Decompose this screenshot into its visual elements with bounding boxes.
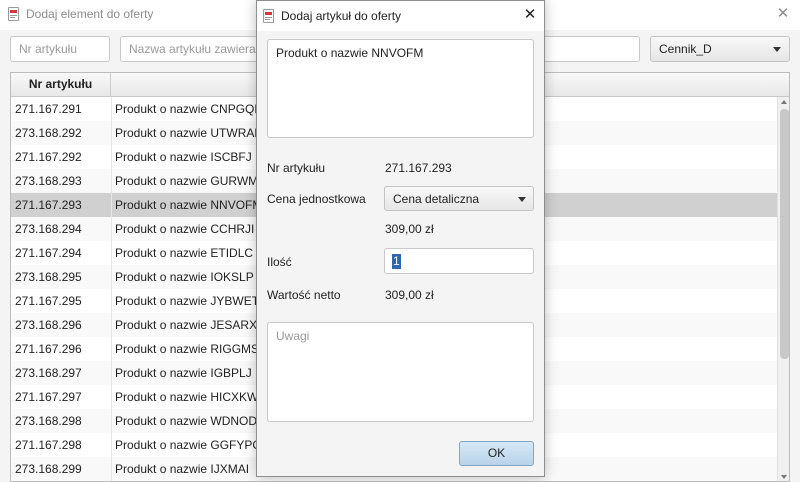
article-name-cell: Produkt o nazwie GGFYPG bbox=[115, 438, 262, 452]
column-separator bbox=[111, 97, 112, 121]
article-name-cell: Produkt o nazwie GURWMI bbox=[115, 174, 262, 188]
article-name-cell: Produkt o nazwie IGBPLJ bbox=[115, 366, 252, 380]
ok-button[interactable]: OK bbox=[459, 441, 534, 466]
article-number-filter-input[interactable]: Nr artykułu bbox=[10, 36, 110, 62]
article-number-cell: 271.167.295 bbox=[15, 294, 82, 308]
article-name-cell: Produkt o nazwie JYBWET bbox=[115, 294, 260, 308]
article-number-cell: 273.168.294 bbox=[15, 222, 82, 236]
article-name-cell: Produkt o nazwie UTWRAN bbox=[115, 126, 264, 140]
unit-price-value: 309,00 zł bbox=[385, 222, 434, 236]
article-number-cell: 273.168.292 bbox=[15, 126, 82, 140]
dialog-title: Dodaj artykuł do oferty bbox=[281, 9, 402, 23]
quantity-label: Ilość bbox=[267, 255, 292, 269]
quantity-value: 1 bbox=[392, 254, 401, 269]
column-separator bbox=[111, 457, 112, 481]
net-value-label: Wartość netto bbox=[267, 288, 341, 302]
column-separator bbox=[111, 385, 112, 409]
column-separator bbox=[111, 241, 112, 265]
article-number-cell: 271.167.298 bbox=[15, 438, 82, 452]
article-name-cell: Produkt o nazwie HICXKW bbox=[115, 390, 259, 404]
article-number-cell: 271.167.296 bbox=[15, 342, 82, 356]
document-icon bbox=[8, 7, 20, 21]
column-separator bbox=[111, 337, 112, 361]
article-number-cell: 273.168.299 bbox=[15, 462, 82, 476]
price-type-select[interactable]: Cena detaliczna bbox=[384, 186, 534, 211]
article-number-cell: 273.168.297 bbox=[15, 366, 82, 380]
article-number-cell: 271.167.293 bbox=[15, 198, 82, 212]
article-name-cell: Produkt o nazwie IJXMAI bbox=[115, 462, 250, 476]
pricelist-selected-value: Cennik_D bbox=[659, 42, 712, 56]
article-name-cell: Produkt o nazwie CCHRJI bbox=[115, 222, 255, 236]
unit-price-label: Cena jednostkowa bbox=[267, 192, 366, 206]
close-icon[interactable]: ✕ bbox=[772, 4, 794, 26]
scroll-down-icon[interactable] bbox=[781, 475, 787, 479]
article-number-cell: 271.167.294 bbox=[15, 246, 82, 260]
article-number-cell: 273.168.295 bbox=[15, 270, 82, 284]
column-header-number[interactable]: Nr artykułu bbox=[11, 73, 111, 97]
column-separator bbox=[111, 313, 112, 337]
article-number-cell: 273.168.293 bbox=[15, 174, 82, 188]
article-number-cell: 273.168.296 bbox=[15, 318, 82, 332]
window-title: Dodaj element do oferty bbox=[26, 7, 154, 21]
article-name-cell: Produkt o nazwie RIGGMS bbox=[115, 342, 260, 356]
column-separator bbox=[111, 193, 112, 217]
chevron-down-icon bbox=[518, 197, 526, 202]
chevron-down-icon bbox=[773, 47, 781, 52]
document-icon bbox=[263, 9, 275, 23]
article-name-cell: Produkt o nazwie NNVOFM bbox=[115, 198, 263, 212]
article-name-cell: Produkt o nazwie ETIDLC bbox=[115, 246, 254, 260]
column-separator bbox=[111, 217, 112, 241]
close-icon[interactable]: ✕ bbox=[519, 5, 541, 27]
article-name-cell: Produkt o nazwie IOKSLP bbox=[115, 270, 254, 284]
column-separator bbox=[111, 361, 112, 385]
add-article-dialog: Dodaj artykuł do oferty ✕ Produkt o nazw… bbox=[256, 0, 545, 477]
net-value: 309,00 zł bbox=[385, 288, 434, 302]
quantity-input[interactable]: 1 bbox=[384, 248, 534, 274]
column-separator bbox=[111, 433, 112, 457]
article-name-cell: Produkt o nazwie WDNODI bbox=[115, 414, 261, 428]
article-name-cell: Produkt o nazwie CNPGQM bbox=[115, 102, 265, 116]
column-separator bbox=[111, 169, 112, 193]
product-name-textarea[interactable]: Produkt o nazwie NNVOFM bbox=[267, 39, 534, 138]
scroll-up-icon[interactable] bbox=[781, 100, 787, 104]
column-separator bbox=[111, 289, 112, 313]
notes-textarea[interactable]: Uwagi bbox=[267, 322, 534, 422]
article-number-cell: 271.167.297 bbox=[15, 390, 82, 404]
column-separator bbox=[111, 409, 112, 433]
pricelist-select[interactable]: Cennik_D bbox=[650, 36, 790, 62]
article-name-cell: Produkt o nazwie JESARX bbox=[115, 318, 258, 332]
vertical-scrollbar[interactable] bbox=[777, 97, 789, 481]
article-number-cell: 271.167.292 bbox=[15, 150, 82, 164]
dialog-titlebar: Dodaj artykuł do oferty ✕ bbox=[257, 1, 544, 31]
column-separator bbox=[111, 265, 112, 289]
scroll-thumb[interactable] bbox=[780, 109, 789, 359]
column-separator bbox=[111, 121, 112, 145]
article-number-cell: 273.168.298 bbox=[15, 414, 82, 428]
article-name-cell: Produkt o nazwie ISCBFJ bbox=[115, 150, 252, 164]
article-number-label: Nr artykułu bbox=[267, 161, 326, 175]
article-number-cell: 271.167.291 bbox=[15, 102, 82, 116]
article-number-value: 271.167.293 bbox=[385, 161, 452, 175]
price-type-value: Cena detaliczna bbox=[393, 192, 480, 206]
column-separator bbox=[111, 145, 112, 169]
